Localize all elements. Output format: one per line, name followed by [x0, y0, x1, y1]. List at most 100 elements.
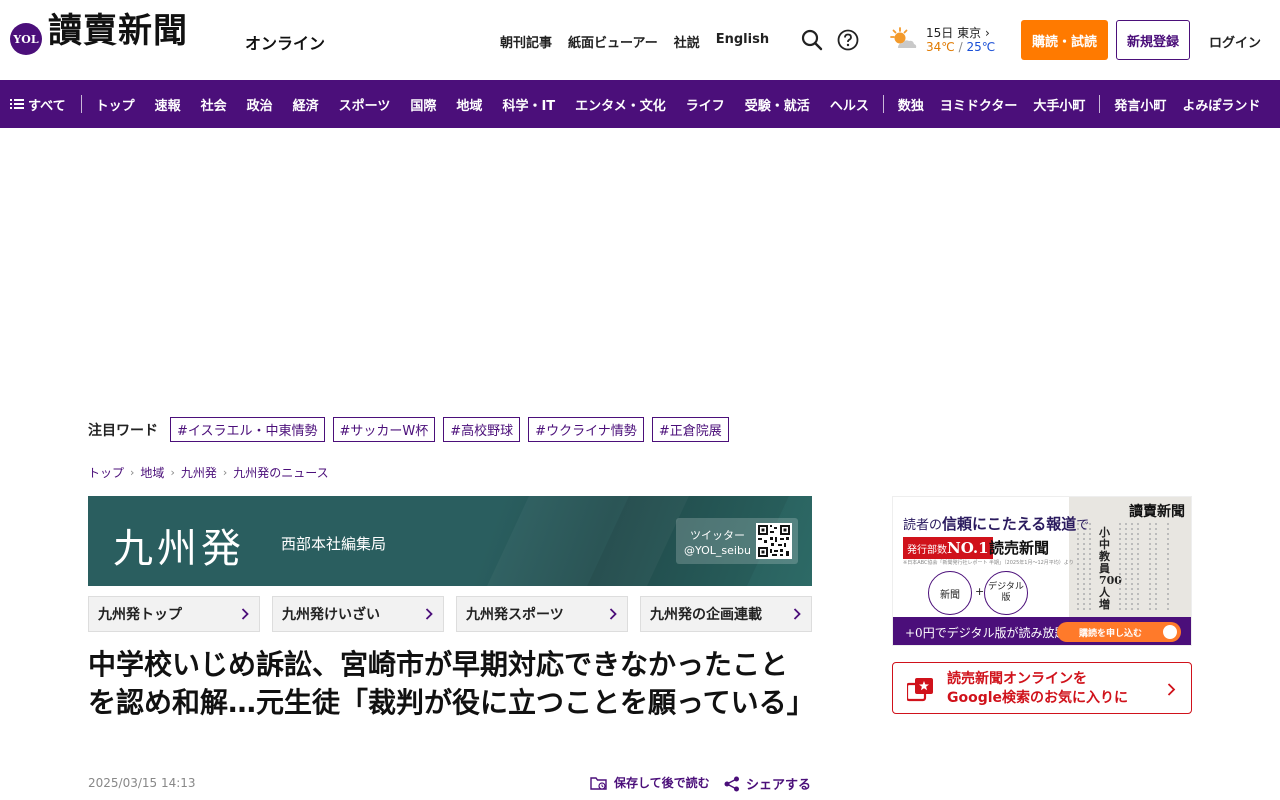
nav-breaking[interactable]: 速報 [155, 95, 181, 114]
chevron-right-icon [609, 608, 617, 620]
arrow-right-icon [1163, 625, 1177, 639]
login-button[interactable]: ログイン [1200, 32, 1270, 51]
main-nav: すべて トップ 速報 社会 政治 経済 スポーツ 国際 地域 科学・IT エンタ… [0, 80, 1280, 128]
help-icon[interactable] [837, 29, 859, 51]
trending-tag[interactable]: #正倉院展 [651, 417, 729, 442]
section-subtabs: 九州発トップ 九州発けいざい 九州発スポーツ 九州発の企画連載 [88, 596, 812, 632]
paper-lines [1119, 523, 1121, 613]
nav-local[interactable]: 地域 [456, 95, 482, 114]
search-icon[interactable] [801, 29, 823, 51]
weather-widget[interactable]: 15日 東京 › 34℃ / 25℃ [888, 24, 995, 58]
nav-international[interactable]: 国際 [410, 95, 436, 114]
link-english[interactable]: English [716, 32, 769, 51]
google-favorite-banner[interactable]: 読売新聞オンラインを Google検索のお気に入りに [892, 662, 1192, 714]
weather-temps: 34℃ / 25℃ [926, 40, 995, 54]
register-button[interactable]: 新規登録 [1116, 20, 1190, 60]
subtab-kyushu-top[interactable]: 九州発トップ [88, 596, 260, 632]
breadcrumb-item[interactable]: トップ [88, 464, 124, 481]
twitter-link[interactable]: ツイッター @YOL_seibu [676, 518, 798, 564]
ad-badge: 発行部数NO.1 [903, 537, 993, 559]
qr-code-icon [756, 523, 792, 559]
nav-exam-career[interactable]: 受験・就活 [745, 95, 810, 114]
trending-tag[interactable]: #高校野球 [443, 417, 521, 442]
menu-icon [10, 99, 24, 109]
nav-divider [882, 95, 884, 113]
weather-date: 15日 東京 › [926, 26, 990, 40]
trending-label: 注目ワード [88, 422, 158, 439]
twitter-label: ツイッター [690, 529, 745, 542]
folder-clock-icon [590, 776, 607, 790]
site-logo[interactable]: 讀賣新聞 [48, 14, 188, 48]
nav-entertainment[interactable]: エンタメ・文化 [575, 95, 666, 114]
ad-cta-button[interactable]: 購読を申し込む [1057, 622, 1181, 642]
breadcrumb-item[interactable]: 地域 [140, 464, 164, 481]
weather-city: 東京 [957, 26, 982, 40]
ad-plus: + [975, 585, 985, 598]
nav-yomipoland[interactable]: よみぽランド [1182, 95, 1260, 114]
save-for-later-button[interactable]: 保存して後で読む [590, 774, 710, 791]
paper-lines [1083, 523, 1085, 613]
nav-otekomachi[interactable]: 大手小町 [1033, 95, 1085, 114]
paper-lines [1089, 523, 1091, 613]
subtab-label: 九州発の企画連載 [650, 607, 762, 623]
nav-society[interactable]: 社会 [201, 95, 227, 114]
nav-health[interactable]: ヘルス [830, 95, 869, 114]
subtab-kyushu-sports[interactable]: 九州発スポーツ [456, 596, 628, 632]
nav-top[interactable]: トップ [96, 95, 135, 114]
link-paper-viewer[interactable]: 紙面ビューアー [568, 32, 658, 51]
ad-cta-label: 購読を申し込む [1079, 628, 1143, 639]
twitter-handle: @YOL_seibu [684, 544, 751, 557]
nav-life[interactable]: ライフ [686, 95, 725, 114]
article-date: 2025/03/15 14:13 [88, 776, 196, 790]
share-icon [724, 776, 739, 791]
nav-sports[interactable]: スポーツ [339, 95, 391, 114]
nav-sudoku[interactable]: 数独 [898, 95, 924, 114]
site-logo-sub[interactable]: オンライン [245, 30, 325, 54]
link-editorial[interactable]: 社説 [674, 32, 700, 51]
breadcrumb-item[interactable]: 九州発 [181, 464, 217, 481]
section-banner[interactable]: 九州発 西部本社編集局 ツイッター @YOL_seibu [88, 496, 812, 586]
subscription-ad[interactable]: 讀賣新聞 小中教員700人増 読者の信頼にこたえる報道で 発行部数NO.1 読売… [892, 496, 1192, 646]
chevron-right-icon [425, 608, 433, 620]
trending-tag[interactable]: #イスラエル・中東情勢 [170, 417, 325, 442]
temp-separator: / [958, 40, 963, 54]
subtab-kyushu-economy[interactable]: 九州発けいざい [272, 596, 444, 632]
site-header: YOL 讀賣新聞 オンライン 朝刊記事 紙面ビューアー 社説 English 1… [0, 0, 1280, 80]
chevron-right-icon [241, 608, 249, 620]
sun-cloud-icon [890, 27, 917, 48]
google-favorite-text: 読売新聞オンラインを Google検索のお気に入りに [947, 671, 1129, 706]
subtab-kyushu-features[interactable]: 九州発の企画連載 [640, 596, 812, 632]
chevron-right-icon: › [222, 466, 228, 479]
paper-masthead: 讀賣新聞 [1129, 504, 1185, 520]
chevron-right-icon: › [130, 466, 135, 479]
paper-headline: 小中教員700人増 [1099, 526, 1122, 611]
temp-high: 34℃ [926, 40, 955, 54]
nav-hatsugenkomachi[interactable]: 発言小町 [1114, 95, 1166, 114]
nav-politics[interactable]: 政治 [247, 95, 273, 114]
paper-lines [1167, 523, 1169, 613]
ad-circle-digital: デジタル版 [984, 571, 1028, 615]
paper-lines [1155, 523, 1157, 613]
share-button[interactable]: シェアする [724, 774, 811, 793]
nav-science-it[interactable]: 科学・IT [502, 95, 555, 114]
trending-tag[interactable]: #サッカーW杯 [332, 417, 436, 442]
subtab-label: 九州発けいざい [282, 607, 380, 623]
nav-divider [80, 95, 82, 113]
chevron-right-icon [793, 608, 801, 620]
ad-bar-text: +0円でデジタル版が読み放題! [905, 626, 1072, 640]
yol-logo-badge[interactable]: YOL [10, 23, 42, 55]
nav-all[interactable]: すべて [10, 95, 66, 114]
share-label: シェアする [746, 778, 812, 793]
subscribe-button[interactable]: 購読・試読 [1021, 20, 1108, 60]
trending-tag[interactable]: #ウクライナ情勢 [528, 417, 644, 442]
subtab-label: 九州発スポーツ [466, 607, 564, 623]
nav-economy[interactable]: 経済 [293, 95, 319, 114]
temp-low: 25℃ [966, 40, 996, 54]
save-label: 保存して後で読む [614, 776, 710, 790]
paper-lines [1131, 523, 1133, 613]
paper-lines [1077, 523, 1079, 613]
link-morning-edition[interactable]: 朝刊記事 [500, 32, 552, 51]
article-title: 中学校いじめ訴訟、宮崎市が早期対応できなかったことを認め和解…元生徒「裁判が役に… [88, 648, 815, 719]
breadcrumb-item[interactable]: 九州発のニュース [233, 464, 328, 481]
nav-yomidoctor[interactable]: ヨミドクター [940, 95, 1017, 114]
